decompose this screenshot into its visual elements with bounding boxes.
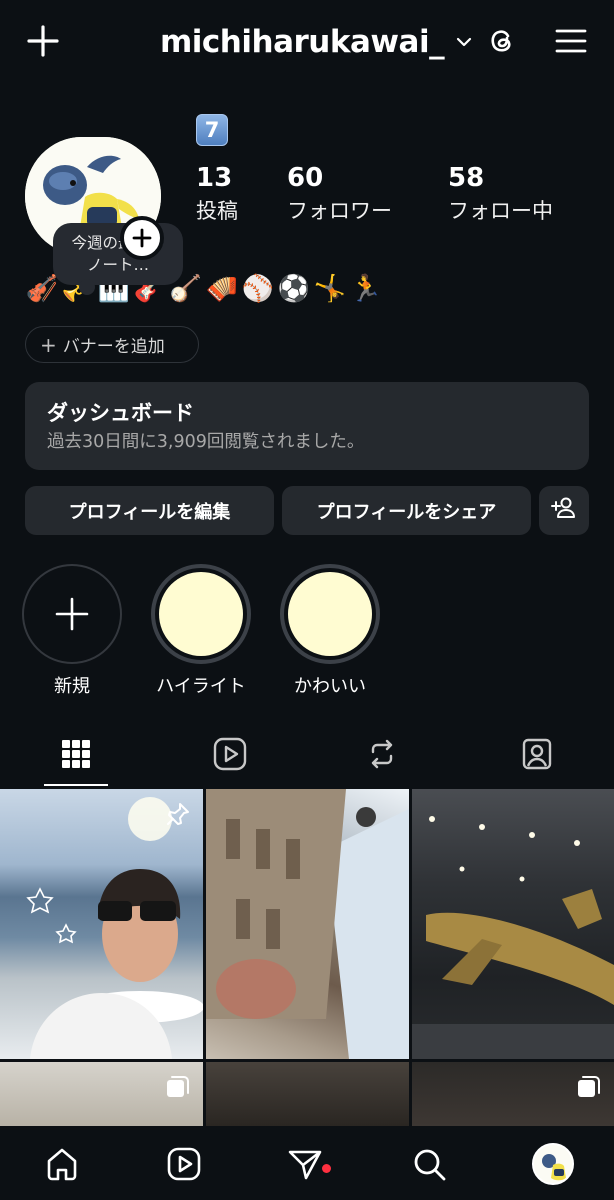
soccer-emoji: ⚽ [277, 274, 311, 304]
highlight-ring [280, 564, 380, 664]
stat-posts-label: 投稿 [196, 199, 238, 223]
grid-post[interactable] [0, 1062, 203, 1126]
stat-following-count: 58 [448, 163, 485, 193]
highlight-ring [151, 564, 251, 664]
stat-followers[interactable]: 60 フォロワー [287, 162, 392, 226]
plus-icon [55, 597, 89, 631]
carousel-icon [574, 1072, 604, 1102]
active-tab-indicator [44, 784, 108, 786]
top-bar: michiharukawai_ [0, 0, 614, 84]
tab-reels[interactable] [198, 726, 262, 782]
chevron-down-icon [454, 31, 476, 53]
threads-icon[interactable] [480, 20, 522, 62]
add-story-plus-icon[interactable] [120, 216, 164, 260]
share-profile-button[interactable]: プロフィールをシェア [282, 486, 531, 535]
keycap-seven-badge: 7 [196, 114, 228, 146]
tab-tagged[interactable] [505, 726, 569, 782]
highlight-item[interactable]: ハイライト [151, 564, 251, 698]
grid-post[interactable] [206, 1062, 409, 1126]
carousel-icon [163, 1072, 193, 1102]
tab-reposts[interactable] [350, 726, 414, 782]
violin-emoji: 🎻 [25, 274, 59, 304]
account-switcher[interactable]: michiharukawai_ [160, 22, 476, 62]
search-icon [414, 1149, 446, 1181]
reels-icon [167, 1147, 201, 1181]
highlight-cover [288, 572, 372, 656]
discover-people-button[interactable] [539, 486, 589, 535]
highlight-item[interactable]: かわいい [280, 564, 380, 698]
grid-post[interactable] [412, 789, 614, 1059]
dashboard-subtitle: 過去30日間に3,909回閲覧されました。 [47, 432, 365, 452]
highlight-new-label: 新規 [54, 676, 90, 697]
dashboard-title: ダッシュボード [47, 401, 194, 425]
grid-post[interactable] [0, 789, 203, 1059]
direct-icon [288, 1150, 322, 1180]
add-person-icon [551, 496, 577, 525]
post-image [26, 797, 203, 1059]
highlight-new-ring [22, 564, 122, 664]
hamburger-menu-icon[interactable] [550, 20, 592, 62]
nav-reels[interactable] [160, 1140, 208, 1188]
stat-following[interactable]: 58 フォロー中 [448, 162, 553, 226]
nav-home[interactable] [38, 1140, 86, 1188]
highlight-new[interactable]: 新規 [22, 564, 122, 698]
note-bubble[interactable]: 今週の最初の ノート… [53, 223, 183, 295]
pin-icon [163, 799, 193, 829]
grid-post[interactable] [412, 1062, 614, 1126]
reposts-icon [371, 739, 393, 769]
add-banner-label: バナーを追加 [62, 337, 165, 357]
stat-posts-count: 13 [196, 163, 233, 193]
stat-posts[interactable]: 13 投稿 [196, 162, 238, 226]
profile-avatar-small [532, 1143, 574, 1185]
accordion-emoji: 🪗 [205, 274, 239, 304]
professional-dashboard[interactable]: ダッシュボード 過去30日間に3,909回閲覧されました。 [25, 382, 589, 470]
cartwheel-emoji: 🤸 [313, 274, 347, 304]
create-plus-icon[interactable] [22, 20, 64, 62]
runner-emoji: 🏃 [349, 274, 383, 304]
nav-profile[interactable] [529, 1140, 577, 1188]
grid-icon [62, 740, 90, 768]
home-icon [47, 1148, 77, 1181]
bottom-navigation [0, 1126, 614, 1200]
stat-followers-count: 60 [287, 163, 324, 193]
nav-search[interactable] [405, 1140, 453, 1188]
notification-dot [322, 1164, 331, 1173]
username: michiharukawai_ [160, 24, 445, 60]
tagged-icon [522, 738, 552, 770]
grid-post[interactable] [206, 789, 409, 1059]
add-banner-button[interactable]: + バナーを追加 [25, 326, 199, 363]
post-image [412, 816, 614, 1059]
stat-followers-label: フォロワー [287, 199, 392, 223]
highlight-label: かわいい [294, 676, 366, 697]
baseball-emoji: ⚾ [241, 274, 275, 304]
plus-icon: + [40, 332, 57, 357]
edit-profile-button[interactable]: プロフィールを編集 [25, 486, 274, 535]
stat-following-label: フォロー中 [448, 199, 553, 223]
tab-grid[interactable] [44, 726, 108, 782]
nav-direct[interactable] [281, 1140, 329, 1188]
highlight-cover [159, 572, 243, 656]
reels-icon [213, 737, 247, 771]
post-image [206, 789, 409, 1059]
highlight-label: ハイライト [156, 676, 246, 697]
